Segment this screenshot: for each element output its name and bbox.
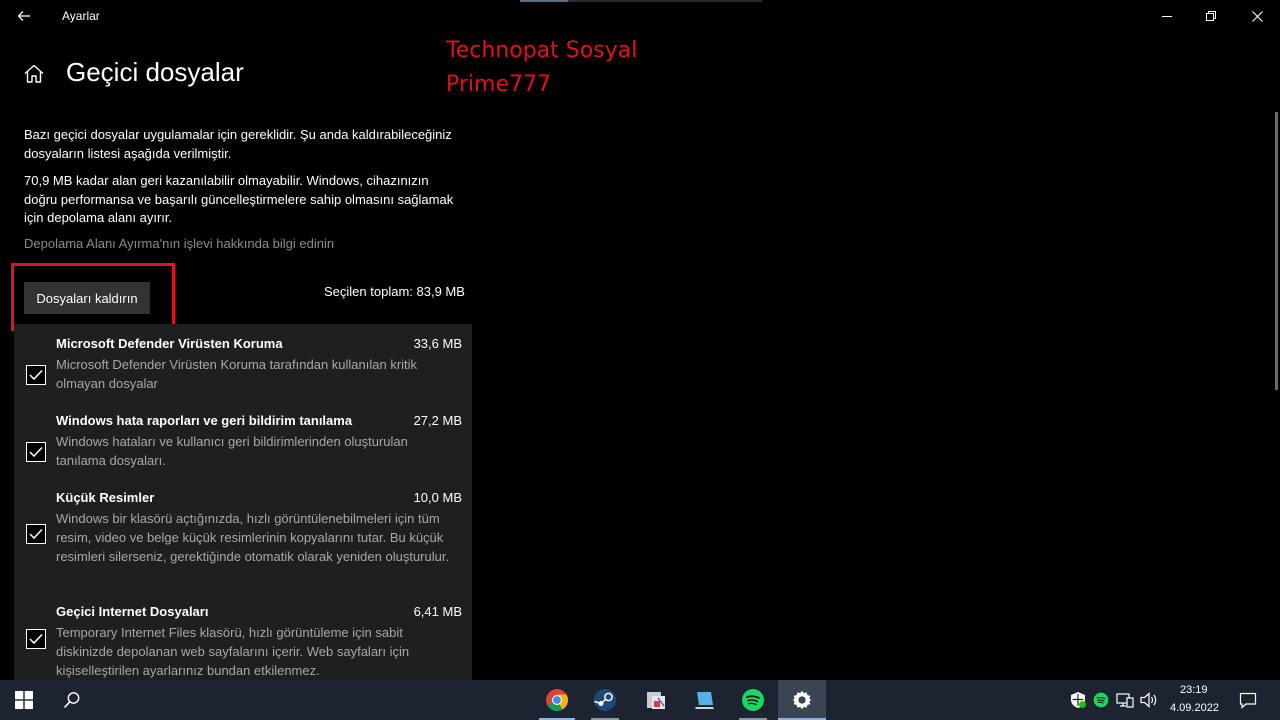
clock-time[interactable]: 23:19 xyxy=(1180,684,1208,696)
tray-defender[interactable] xyxy=(1068,690,1088,710)
item-checkbox[interactable] xyxy=(26,442,46,462)
pc-app-icon xyxy=(695,692,714,709)
clock-date[interactable]: 4.09.2022 xyxy=(1170,702,1219,714)
title-bar-indicator-track xyxy=(568,0,762,2)
spotify-tray-icon xyxy=(1093,692,1109,708)
title-bar-indicator xyxy=(520,0,568,2)
back-button[interactable] xyxy=(8,2,40,30)
taskbar-spotify[interactable] xyxy=(729,680,777,720)
title-bar: Ayarlar xyxy=(0,0,1280,32)
reserved-storage-link[interactable]: Depolama Alanı Ayırma'nın işlevi hakkınd… xyxy=(24,236,334,251)
page-title: Geçici dosyalar xyxy=(66,57,244,87)
item-checkbox[interactable] xyxy=(26,629,46,649)
item-description: Microsoft Defender Virüsten Koruma taraf… xyxy=(56,357,418,391)
checkmark-icon xyxy=(29,446,43,458)
back-arrow-icon xyxy=(17,11,30,21)
item-name: Microsoft Defender Virüsten Koruma xyxy=(56,336,283,351)
taskbar-steam[interactable] xyxy=(581,680,629,720)
chrome-icon xyxy=(546,689,568,711)
taskbar xyxy=(0,680,1280,720)
home-icon[interactable] xyxy=(22,62,46,86)
item-name: Küçük Resimler xyxy=(56,490,155,505)
item-size: 10,0 MB xyxy=(413,490,462,505)
intro-description: Bazı geçici dosyalar uygulamalar için ge… xyxy=(24,127,452,161)
tray-volume[interactable] xyxy=(1139,690,1159,710)
taskbar-pc-app[interactable] xyxy=(681,680,729,720)
item-checkbox[interactable] xyxy=(26,365,46,385)
network-icon xyxy=(1116,693,1134,708)
image-app-icon xyxy=(647,692,665,709)
restore-button[interactable] xyxy=(1188,0,1234,32)
checkmark-icon xyxy=(29,528,43,540)
minimize-button[interactable] xyxy=(1144,0,1190,32)
temp-files-list: Microsoft Defender Virüsten Koruma 33,6 … xyxy=(14,324,472,680)
steam-icon xyxy=(594,689,616,711)
taskbar-settings[interactable] xyxy=(778,680,826,720)
close-icon xyxy=(1251,10,1263,22)
item-name: Geçici Internet Dosyaları xyxy=(56,604,209,619)
checkmark-icon xyxy=(29,369,43,381)
tray-network[interactable] xyxy=(1115,690,1135,710)
item-size: 33,6 MB xyxy=(413,336,462,351)
restore-icon xyxy=(1206,11,1216,21)
search-button[interactable] xyxy=(48,680,96,720)
action-center-button[interactable] xyxy=(1237,690,1259,710)
watermark-text: Technopat Sosyal Prime777 xyxy=(446,34,637,102)
app-title: Ayarlar xyxy=(62,9,100,23)
settings-icon xyxy=(792,690,812,710)
item-size: 6,41 MB xyxy=(413,604,462,619)
checkmark-icon xyxy=(29,633,43,645)
taskbar-chrome[interactable] xyxy=(533,680,581,720)
taskbar-image-app[interactable] xyxy=(632,680,680,720)
item-size: 27,2 MB xyxy=(413,413,462,428)
item-checkbox[interactable] xyxy=(26,524,46,544)
shield-icon xyxy=(1071,692,1086,708)
spotify-icon xyxy=(742,689,764,711)
watermark-line-2: Prime777 xyxy=(446,72,551,97)
search-icon xyxy=(63,692,80,709)
watermark-line-1: Technopat Sosyal xyxy=(446,38,638,63)
item-description: Windows hataları ve kullanıcı geri bildi… xyxy=(56,434,408,468)
selected-total: Seçilen toplam: 83,9 MB xyxy=(324,284,465,299)
scrollbar[interactable] xyxy=(1275,112,1278,390)
remove-files-button[interactable]: Dosyaları kaldırın xyxy=(24,282,150,314)
notification-icon xyxy=(1239,692,1257,709)
item-description: Windows bir klasörü açtığınızda, hızlı g… xyxy=(56,511,450,564)
item-name: Windows hata raporları ve geri bildirim … xyxy=(56,413,353,428)
minimize-icon xyxy=(1162,16,1172,17)
start-button[interactable] xyxy=(0,680,48,720)
windows-logo-icon xyxy=(15,691,33,709)
tray-spotify[interactable] xyxy=(1091,690,1111,710)
close-button[interactable] xyxy=(1234,0,1280,32)
item-description: Temporary Internet Files klasörü, hızlı … xyxy=(56,625,410,678)
reserved-storage-description: 70,9 MB kadar alan geri kazanılabilir ol… xyxy=(24,173,454,225)
speaker-icon xyxy=(1140,692,1157,708)
